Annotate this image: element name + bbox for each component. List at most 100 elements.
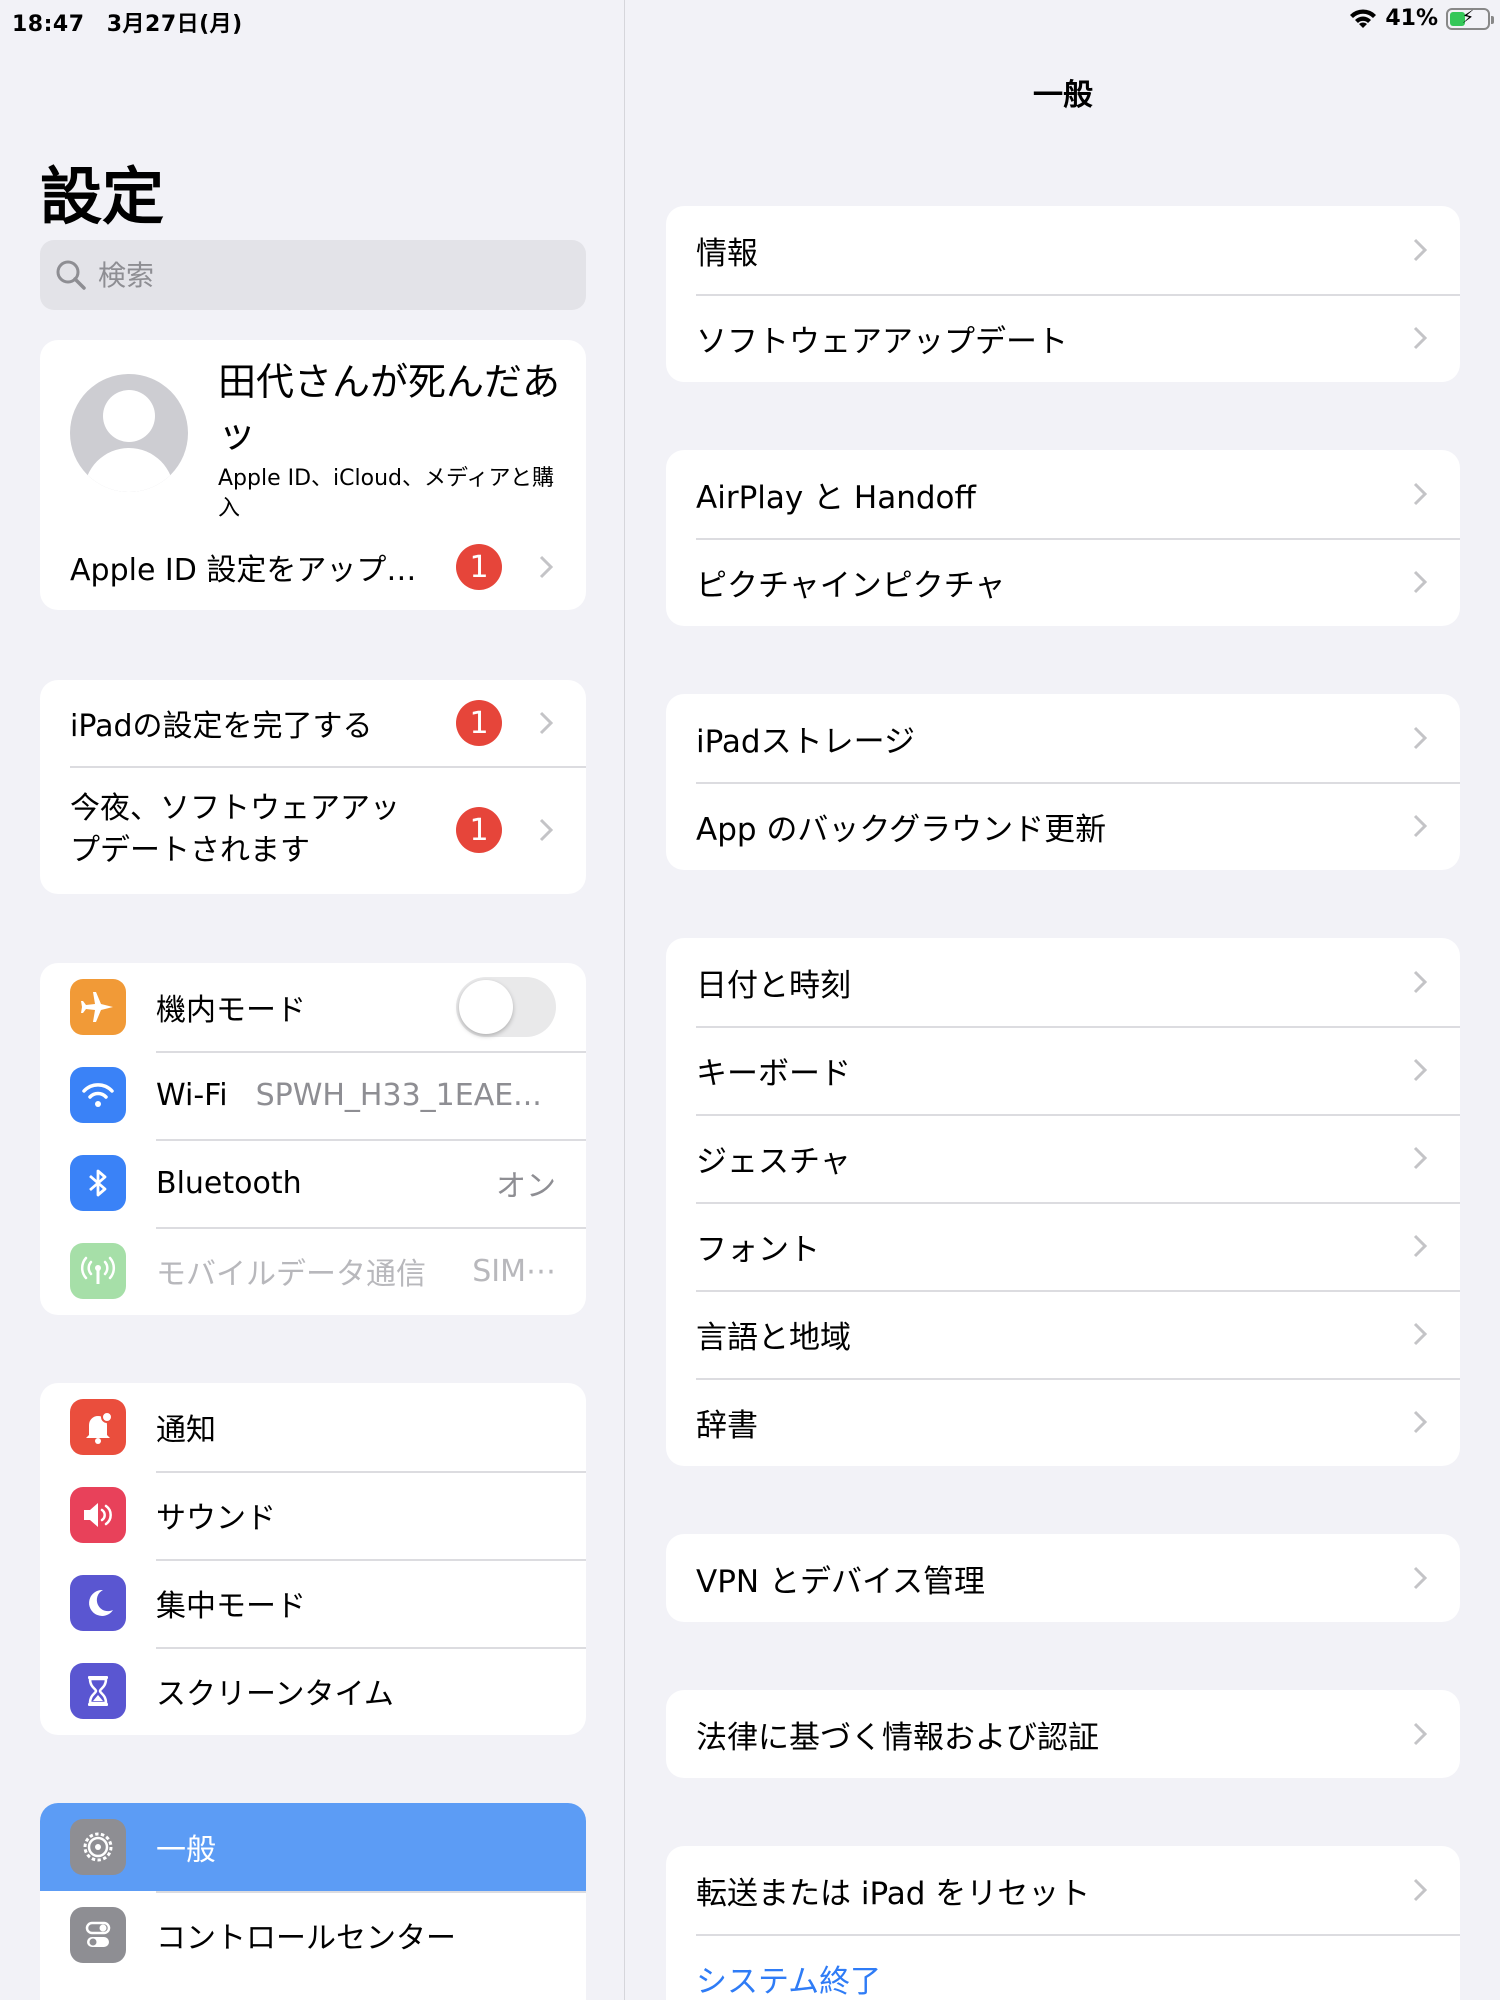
profile-group: 田代さんが死んだあッ Apple ID、iCloud、メディアと購入 Apple… — [40, 340, 586, 610]
gear-icon — [70, 1819, 126, 1875]
airplane-icon — [70, 979, 126, 1035]
airplane-mode-row: 機内モード — [40, 963, 586, 1051]
page-title: 設定 — [40, 160, 165, 233]
row-label: キーボード — [696, 1055, 851, 1092]
ipad-storage-row[interactable]: iPadストレージ — [666, 694, 1460, 782]
chevron-right-icon — [539, 555, 554, 579]
row-label: ピクチャインピクチャ — [696, 567, 1006, 604]
wifi-row[interactable]: Wi-Fi SPWH_H33_1EAE... — [40, 1051, 586, 1139]
transfer-reset-row[interactable]: 転送または iPad をリセット — [666, 1846, 1460, 1934]
general-group: 一般 コントロールセンター — [40, 1803, 586, 2000]
status-time: 18:47 — [12, 12, 85, 37]
search-icon — [56, 260, 86, 290]
row-label: ジェスチャ — [696, 1143, 851, 1180]
date-time-row[interactable]: 日付と時刻 — [666, 938, 1460, 1026]
setup-ipad-row[interactable]: iPadの設定を完了する 1 — [40, 680, 586, 766]
notification-badge: 1 — [456, 544, 502, 590]
detail-title: 一般 — [1033, 78, 1093, 113]
mobile-data-row[interactable]: モバイルデータ通信 SIM⋯ — [40, 1227, 586, 1315]
keyboard-row[interactable]: キーボード — [666, 1026, 1460, 1114]
notification-badge: 1 — [456, 700, 502, 746]
setup-group: iPadの設定を完了する 1 今夜、ソフトウェアアップデートされます 1 — [40, 680, 586, 894]
background-app-refresh-row[interactable]: App のバックグラウンド更新 — [666, 782, 1460, 870]
row-label: モバイルデータ通信 — [156, 1257, 426, 1292]
sounds-row[interactable]: サウンド — [40, 1471, 586, 1559]
chevron-right-icon — [539, 711, 554, 735]
wifi-status-icon — [1350, 8, 1377, 28]
status-bar: 18:47 3月27日(月) 41% ⚡ — [0, 0, 1500, 40]
row-label: フォント — [696, 1231, 820, 1268]
battery-percent: 41% — [1385, 6, 1438, 31]
control-center-row[interactable]: コントロールセンター — [40, 1891, 586, 1979]
chevron-right-icon — [1413, 1878, 1428, 1902]
switches-icon — [70, 1907, 126, 1963]
dictionary-row[interactable]: 辞書 — [666, 1378, 1460, 1466]
row-label: iPadの設定を完了する — [70, 709, 373, 744]
focus-row[interactable]: 集中モード — [40, 1559, 586, 1647]
row-label: 一般 — [156, 1833, 216, 1868]
detail-group-airplay: AirPlay と Handoff ピクチャインピクチャ — [666, 450, 1460, 626]
about-row[interactable]: 情報 — [666, 206, 1460, 294]
language-region-row[interactable]: 言語と地域 — [666, 1290, 1460, 1378]
row-label: 通知 — [156, 1413, 216, 1448]
detail-group-about: 情報 ソフトウェアアップデート — [666, 206, 1460, 382]
general-row[interactable]: 一般 — [40, 1803, 586, 1891]
row-label: スクリーンタイム — [156, 1677, 394, 1712]
chevron-right-icon — [1413, 238, 1428, 262]
notification-group: 通知 サウンド 集中モード スクリーンタイム — [40, 1383, 586, 1735]
chevron-right-icon — [1413, 814, 1428, 838]
row-label: Apple ID 設定をアップ… — [70, 553, 417, 588]
search-input[interactable] — [98, 258, 558, 292]
row-label: 辞書 — [696, 1407, 758, 1444]
bell-icon — [70, 1399, 126, 1455]
row-label: Bluetooth — [156, 1165, 302, 1201]
status-date: 3月27日(月) — [106, 12, 243, 37]
settings-sidebar: 設定 田代さんが死んだあッ Apple ID、iCloud、メディアと購入 Ap… — [0, 0, 625, 2000]
search-bar[interactable] — [40, 240, 586, 310]
bluetooth-row[interactable]: Bluetooth オン — [40, 1139, 586, 1227]
vpn-device-management-row[interactable]: VPN とデバイス管理 — [666, 1534, 1460, 1622]
row-value: SPWH_H33_1EAE... — [255, 1077, 542, 1113]
airplane-mode-toggle[interactable] — [456, 977, 556, 1037]
software-update-tonight-row[interactable]: 今夜、ソフトウェアアップデートされます 1 — [40, 766, 586, 894]
row-label: ソフトウェアアップデート — [696, 323, 1068, 360]
row-label: AirPlay と Handoff — [696, 479, 976, 516]
battery-icon: ⚡ — [1446, 6, 1494, 30]
row-label: App のバックグラウンド更新 — [696, 811, 1107, 848]
chevron-right-icon — [1413, 1722, 1428, 1746]
notifications-row[interactable]: 通知 — [40, 1383, 586, 1471]
row-label: 法律に基づく情報および認証 — [696, 1719, 1099, 1756]
hourglass-icon — [70, 1663, 126, 1719]
row-label: 日付と時刻 — [696, 967, 851, 1004]
row-label: Wi-Fi — [156, 1077, 228, 1113]
apple-id-update-row[interactable]: Apple ID 設定をアップ… 1 — [40, 524, 586, 610]
screen-time-row[interactable]: スクリーンタイム — [40, 1647, 586, 1735]
network-group: 機内モード Wi-Fi SPWH_H33_1EAE... Bluetooth オ… — [40, 963, 586, 1315]
chevron-right-icon — [1413, 1058, 1428, 1082]
detail-group-reset: 転送または iPad をリセット システム終了 — [666, 1846, 1460, 2000]
profile-name: 田代さんが死んだあッ — [218, 360, 561, 456]
fonts-row[interactable]: フォント — [666, 1202, 1460, 1290]
shut-down-button[interactable]: システム終了 — [666, 1934, 1460, 2000]
row-label: VPN とデバイス管理 — [696, 1563, 986, 1600]
legal-regulatory-row[interactable]: 法律に基づく情報および認証 — [666, 1690, 1460, 1778]
chevron-right-icon — [539, 818, 554, 842]
bluetooth-icon — [70, 1155, 126, 1211]
software-update-row[interactable]: ソフトウェアアップデート — [666, 294, 1460, 382]
chevron-right-icon — [1413, 1234, 1428, 1258]
charging-bolt-icon: ⚡ — [1461, 6, 1475, 28]
airplay-handoff-row[interactable]: AirPlay と Handoff — [666, 450, 1460, 538]
picture-in-picture-row[interactable]: ピクチャインピクチャ — [666, 538, 1460, 626]
chevron-right-icon — [1413, 726, 1428, 750]
apple-id-profile[interactable]: 田代さんが死んだあッ Apple ID、iCloud、メディアと購入 — [40, 340, 586, 524]
antenna-icon — [70, 1243, 126, 1299]
chevron-right-icon — [1413, 482, 1428, 506]
row-label: 今夜、ソフトウェアアップデートされます — [70, 791, 400, 868]
wifi-icon — [70, 1067, 126, 1123]
detail-group-storage: iPadストレージ App のバックグラウンド更新 — [666, 694, 1460, 870]
chevron-right-icon — [1413, 326, 1428, 350]
row-label: コントロールセンター — [156, 1921, 456, 1956]
chevron-right-icon — [1413, 970, 1428, 994]
row-value: SIM⋯ — [472, 1253, 556, 1289]
gestures-row[interactable]: ジェスチャ — [666, 1114, 1460, 1202]
